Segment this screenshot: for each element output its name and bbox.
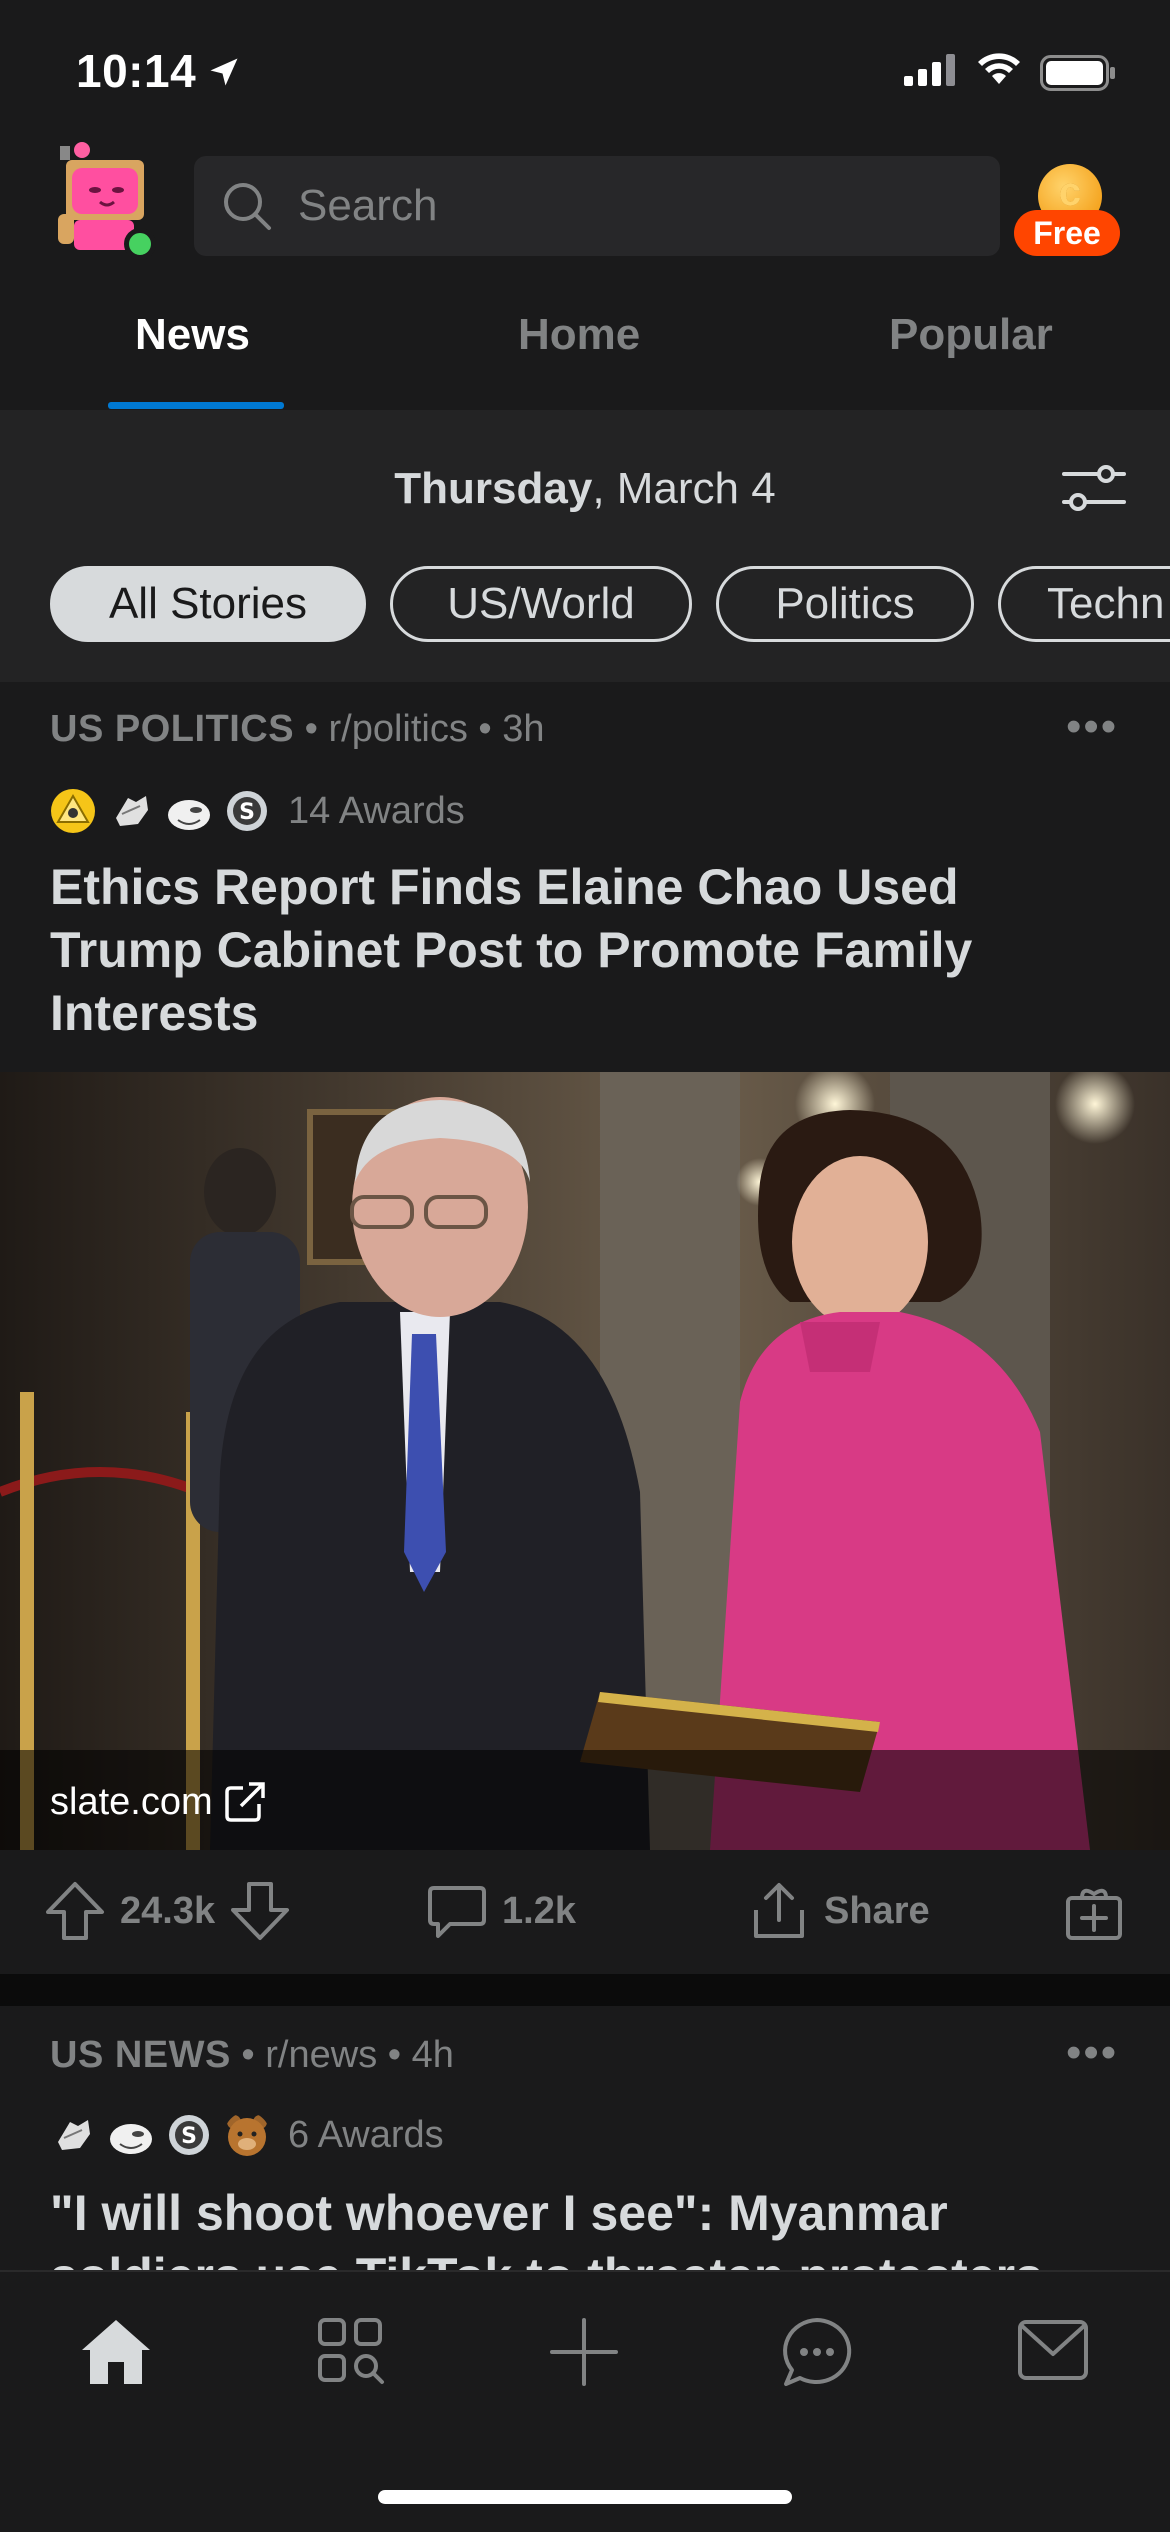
downvote-icon[interactable] xyxy=(229,1880,291,1942)
search-icon xyxy=(224,183,271,230)
share-button[interactable]: Share xyxy=(748,1880,930,1942)
location-arrow-icon xyxy=(210,58,238,86)
post-awards[interactable]: S 14 Awards xyxy=(50,788,465,834)
share-icon xyxy=(754,1883,804,1938)
vote-controls: 24.3k xyxy=(44,1880,291,1942)
upvote-count: 24.3k xyxy=(120,1889,216,1932)
post-more-options-button[interactable]: ••• xyxy=(1066,2028,1118,2078)
wholesome-award-icon xyxy=(110,2124,152,2154)
post-image[interactable] xyxy=(0,1072,1170,1850)
online-status-dot xyxy=(124,228,156,260)
filter-chip-us-world[interactable]: US/World xyxy=(390,566,692,642)
comment-icon xyxy=(428,1886,486,1938)
helpful-award-icon xyxy=(58,2120,90,2150)
post-age: 4h xyxy=(411,2034,454,2076)
silver-award-icon: S xyxy=(227,791,267,831)
home-nav-icon[interactable] xyxy=(78,2316,154,2388)
post-category: US POLITICS xyxy=(50,708,295,750)
tab-home[interactable]: Home xyxy=(518,310,640,360)
filter-chip-all-stories[interactable]: All Stories xyxy=(50,566,366,642)
helpful-award-icon xyxy=(116,796,148,826)
search-placeholder: Search xyxy=(298,181,438,230)
svg-text:S: S xyxy=(239,800,255,825)
wholesome-award-icon xyxy=(168,800,210,830)
post-subreddit[interactable]: r/news xyxy=(265,2034,377,2076)
post-category: US NEWS xyxy=(50,2034,231,2076)
comments-button[interactable]: 1.2k xyxy=(426,1880,576,1942)
inbox-nav-icon[interactable] xyxy=(1016,2316,1090,2384)
news-date: Thursday, March 4 xyxy=(394,464,776,513)
coin-free-badge: Free xyxy=(1014,210,1120,256)
post-meta: US NEWS • r/news • 4h xyxy=(50,2034,454,2076)
all-seeing-upvote-award-icon xyxy=(51,789,95,833)
post-more-options-button[interactable]: ••• xyxy=(1066,702,1118,752)
communities-nav-icon[interactable] xyxy=(316,2316,386,2386)
post-subreddit[interactable]: r/politics xyxy=(329,708,468,750)
svg-text:S: S xyxy=(181,2124,197,2149)
tab-popular[interactable]: Popular xyxy=(889,310,1053,360)
post-awards-count: 14 Awards xyxy=(288,789,465,832)
link-domain[interactable]: slate.com xyxy=(50,1780,267,1824)
award-gift-icon[interactable] xyxy=(1064,1880,1124,1942)
post-meta: US POLITICS • r/politics • 3h xyxy=(50,708,545,750)
active-tab-indicator xyxy=(108,402,284,409)
comment-count: 1.2k xyxy=(502,1889,576,1932)
bear-award-icon xyxy=(227,2115,267,2156)
search-bar[interactable]: Search xyxy=(194,156,1000,256)
share-label: Share xyxy=(824,1889,930,1932)
coins-button[interactable]: c Free xyxy=(1014,164,1124,260)
post-awards-count: 6 Awards xyxy=(288,2113,444,2156)
status-time: 10:14 xyxy=(76,45,197,97)
silver-award-icon: S xyxy=(169,2115,209,2155)
external-link-icon xyxy=(224,1782,265,1822)
wifi-icon xyxy=(978,53,1020,84)
chat-nav-icon[interactable] xyxy=(780,2316,854,2390)
filter-settings-icon[interactable] xyxy=(1060,460,1128,516)
tab-news[interactable]: News xyxy=(135,310,250,360)
filter-chip-technology[interactable]: Techn xyxy=(998,566,1170,642)
filter-chip-politics[interactable]: Politics xyxy=(716,566,974,642)
post-separator xyxy=(0,1974,1170,2006)
create-post-nav-icon[interactable] xyxy=(548,2316,620,2388)
post-title[interactable]: "I will shoot whoever I see": Myanmar so… xyxy=(50,2182,1120,2270)
post-awards[interactable]: S 6 Awards xyxy=(50,2112,444,2158)
post-age: 3h xyxy=(502,708,545,750)
post-title[interactable]: Ethics Report Finds Elaine Chao Used Tru… xyxy=(50,856,1120,1045)
home-indicator[interactable] xyxy=(378,2490,792,2504)
cellular-signal-icon xyxy=(904,54,955,86)
battery-icon xyxy=(1040,55,1115,91)
upvote-icon[interactable] xyxy=(44,1880,106,1942)
